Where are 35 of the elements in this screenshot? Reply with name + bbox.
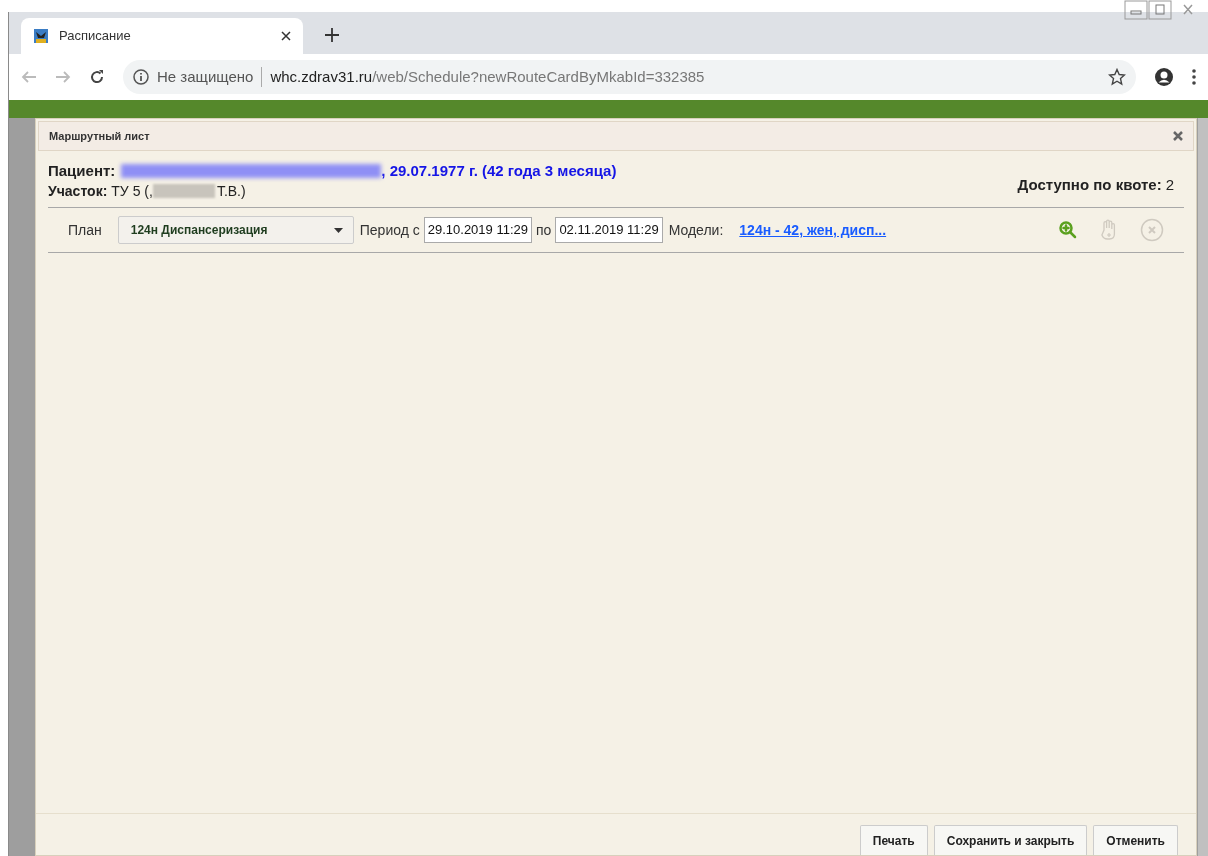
plan-dropdown[interactable]: 124н Диспансеризация bbox=[117, 216, 354, 244]
dropdown-caret-icon bbox=[333, 227, 343, 233]
info-icon[interactable] bbox=[133, 69, 149, 85]
security-label: Не защищено bbox=[157, 66, 254, 87]
dialog-button[interactable]: Печать bbox=[859, 825, 928, 855]
models-link[interactable]: 124н - 42, жен, дисп... bbox=[739, 219, 887, 241]
close-icon[interactable] bbox=[281, 31, 291, 41]
redacted-name bbox=[152, 184, 215, 198]
period-label: Период с bbox=[359, 220, 420, 240]
district-suffix: Т.В.) bbox=[216, 181, 246, 201]
dialog-title: Маршрутный лист bbox=[49, 128, 151, 144]
dialog-button[interactable]: Сохранить и закрыть bbox=[933, 825, 1088, 855]
profile-icon[interactable] bbox=[1154, 67, 1174, 87]
reload-icon[interactable] bbox=[89, 69, 105, 85]
district-label: Участок: bbox=[48, 181, 108, 201]
menu-icon[interactable] bbox=[1192, 69, 1196, 85]
patient-label: Пациент: bbox=[48, 160, 116, 181]
browser-tab[interactable]: Расписание bbox=[21, 18, 303, 54]
district-prefix: ТУ 5 (, bbox=[111, 181, 153, 201]
tab-title: Расписание bbox=[59, 27, 132, 46]
models-label: Модели: bbox=[668, 220, 724, 240]
plan-label: План bbox=[68, 220, 102, 240]
date-field[interactable]: 02.11.2019 11:29 bbox=[555, 217, 663, 243]
zoom-in-icon[interactable] bbox=[1058, 220, 1078, 240]
star-icon[interactable] bbox=[1108, 68, 1126, 86]
new-tab-icon[interactable] bbox=[325, 28, 339, 42]
patient-info: , 29.07.1977 г. (42 года 3 месяца) bbox=[381, 160, 617, 181]
quota-value: 2 bbox=[1165, 174, 1174, 195]
coat-of-arms-icon bbox=[33, 28, 49, 44]
period-to-label: по bbox=[536, 220, 552, 240]
dialog-button[interactable]: Отменить bbox=[1093, 825, 1178, 855]
address-bar[interactable]: Не защищено whc.zdrav31.ru/web/Schedule?newRouteCardByMkabId=332385 bbox=[123, 60, 1136, 94]
url-text: whc.zdrav31.ru/web/Schedule?newRouteCardByMkabId=332385 bbox=[270, 66, 705, 87]
quota-label: Доступно по квоте: bbox=[1017, 174, 1162, 195]
date-field[interactable]: 29.10.2019 11:29 bbox=[423, 217, 532, 243]
